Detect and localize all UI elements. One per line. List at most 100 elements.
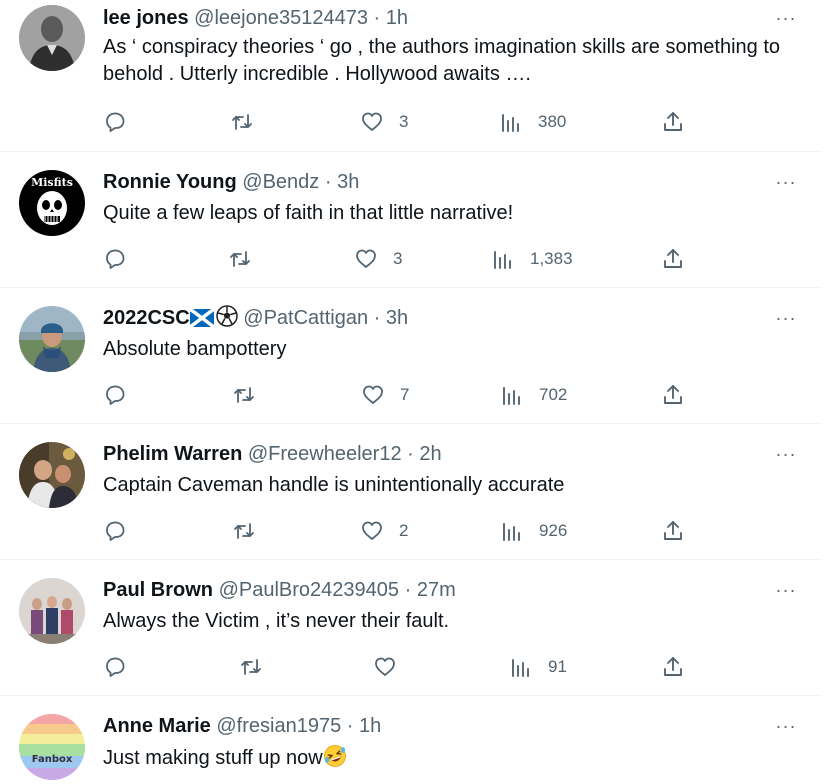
- avatar[interactable]: [19, 578, 85, 644]
- separator-dot: ·: [373, 307, 381, 329]
- tweet-header: Anne Marie @fresian1975 · 1h: [103, 713, 381, 739]
- views-button[interactable]: 91: [509, 654, 567, 680]
- like-count: 3: [393, 249, 403, 268]
- retweet-icon: [230, 251, 250, 267]
- tweet-actions: 7 702: [103, 382, 703, 408]
- user-handle[interactable]: @PaulBro24239405: [219, 579, 399, 601]
- tweet-text-content: Just making stuff up now: [103, 747, 323, 769]
- tweet[interactable]: Fanbox Anne Marie @fresian1975 · 1h ··· …: [0, 696, 821, 784]
- retweet-button[interactable]: [232, 382, 256, 408]
- user-handle[interactable]: @PatCattigan: [243, 307, 368, 329]
- views-icon: [503, 387, 520, 405]
- more-icon[interactable]: ···: [773, 5, 799, 31]
- retweet-button[interactable]: [239, 654, 263, 680]
- separator-dot: ·: [404, 579, 412, 601]
- like-icon: [363, 385, 383, 404]
- share-icon: [664, 521, 682, 540]
- avatar[interactable]: Fanbox: [19, 714, 85, 780]
- separator-dot: ·: [407, 443, 414, 465]
- reply-button[interactable]: [103, 654, 127, 680]
- views-button[interactable]: 926: [500, 518, 567, 544]
- avatar[interactable]: [19, 442, 85, 508]
- tweet-text: Just making stuff up now: [103, 744, 808, 772]
- like-icon: [362, 521, 382, 540]
- like-count: 3: [399, 112, 409, 131]
- retweet-button[interactable]: [228, 246, 252, 272]
- like-icon: [375, 657, 395, 676]
- more-icon[interactable]: ···: [773, 441, 799, 467]
- share-button[interactable]: [661, 246, 685, 272]
- timestamp[interactable]: 1h: [386, 7, 408, 29]
- avatar-logo-text: Misfits: [31, 176, 73, 189]
- views-icon: [503, 523, 520, 541]
- reply-icon: [106, 385, 125, 405]
- avatar[interactable]: [19, 306, 85, 372]
- tweet[interactable]: Paul Brown @PaulBro24239405 · 27m ··· Al…: [0, 560, 821, 696]
- view-count: 91: [548, 657, 567, 676]
- more-icon[interactable]: ···: [773, 713, 799, 739]
- like-button[interactable]: 2: [360, 518, 408, 544]
- more-icon[interactable]: ···: [773, 169, 799, 195]
- reply-feed: lee jones @leejone35124473 · 1h ··· As ‘…: [0, 0, 821, 784]
- view-count: 380: [538, 112, 567, 131]
- timestamp[interactable]: 27m: [417, 579, 456, 601]
- tweet[interactable]: 2022CSC @PatCattigan · 3h ··· Absolute b…: [0, 288, 821, 424]
- avatar[interactable]: [19, 5, 85, 71]
- user-handle[interactable]: @fresian1975: [216, 715, 341, 737]
- retweet-button[interactable]: [232, 518, 256, 544]
- display-name[interactable]: Phelim Warren: [103, 443, 242, 465]
- tweet[interactable]: Misfits Ronnie Young @Bendz · 3h ··· Qui…: [0, 152, 821, 288]
- timestamp[interactable]: 3h: [386, 307, 408, 329]
- retweet-button[interactable]: [230, 109, 254, 135]
- display-name[interactable]: Ronnie Young: [103, 171, 237, 193]
- tweet-text: Absolute bampottery: [103, 338, 287, 360]
- views-icon: [512, 659, 529, 677]
- reply-button[interactable]: [103, 518, 127, 544]
- share-button[interactable]: [661, 109, 685, 135]
- tweet[interactable]: lee jones @leejone35124473 · 1h ··· As ‘…: [0, 0, 821, 152]
- reply-button[interactable]: [103, 246, 127, 272]
- display-name[interactable]: Anne Marie: [103, 715, 211, 737]
- more-icon[interactable]: ···: [773, 305, 799, 331]
- user-handle[interactable]: @Freewheeler12: [248, 443, 402, 465]
- share-icon: [664, 249, 682, 268]
- retweet-icon: [234, 523, 254, 539]
- timestamp[interactable]: 3h: [337, 171, 359, 193]
- reply-icon: [106, 112, 125, 132]
- more-icon[interactable]: ···: [773, 577, 799, 603]
- timestamp[interactable]: 1h: [359, 715, 381, 737]
- tweet-header: Ronnie Young @Bendz · 3h: [103, 169, 359, 195]
- reply-button[interactable]: [103, 382, 127, 408]
- display-name[interactable]: Paul Brown: [103, 579, 213, 601]
- views-button[interactable]: 702: [500, 382, 567, 408]
- display-name[interactable]: lee jones: [103, 7, 189, 29]
- laughing-emoji-icon: [323, 744, 347, 768]
- like-button[interactable]: [373, 654, 397, 680]
- tweet-actions: 3 1,383: [103, 246, 703, 272]
- views-button[interactable]: 1,383: [491, 246, 573, 272]
- tweet-actions: 2 926: [103, 518, 703, 544]
- view-count: 926: [539, 521, 568, 540]
- tweet-text: Quite a few leaps of faith in that littl…: [103, 202, 514, 224]
- tweet[interactable]: Phelim Warren @Freewheeler12 · 2h ··· Ca…: [0, 424, 821, 560]
- reply-button[interactable]: [103, 109, 127, 135]
- like-icon: [356, 249, 376, 268]
- like-button[interactable]: 3: [360, 109, 408, 135]
- user-handle[interactable]: @Bendz: [242, 171, 319, 193]
- tweet-text: As ‘ conspiracy theories ‘ go , the auth…: [103, 36, 781, 85]
- scotland-flag-icon: [188, 307, 215, 334]
- share-button[interactable]: [661, 382, 685, 408]
- avatar[interactable]: Misfits: [19, 170, 85, 236]
- share-button[interactable]: [661, 654, 685, 680]
- tweet-header: Paul Brown @PaulBro24239405 · 27m: [103, 577, 456, 603]
- timestamp[interactable]: 2h: [419, 443, 441, 465]
- display-name[interactable]: 2022CSC: [103, 307, 190, 329]
- share-button[interactable]: [661, 518, 685, 544]
- like-button[interactable]: 3: [354, 246, 402, 272]
- like-button[interactable]: 7: [361, 382, 409, 408]
- tweet-actions: 91: [103, 654, 703, 680]
- avatar-logo-text: Fanbox: [32, 754, 73, 765]
- like-icon: [362, 112, 382, 131]
- views-button[interactable]: 380: [499, 109, 566, 135]
- user-handle[interactable]: @leejone35124473: [194, 7, 368, 29]
